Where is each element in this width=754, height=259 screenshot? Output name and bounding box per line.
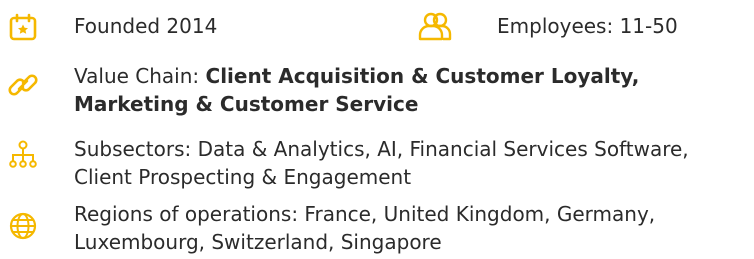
- subsectors-line1: Subsectors: Data & Analytics, AI, Financ…: [74, 137, 689, 161]
- people-icon: [418, 11, 452, 41]
- link-icon: [8, 70, 38, 100]
- value-chain-label: Value Chain:: [74, 64, 206, 88]
- founded-text: Founded 2014: [74, 14, 218, 38]
- value-chain-value-1: Client Acquisition & Customer Loyalty,: [205, 64, 640, 88]
- calendar-icon: [8, 12, 38, 42]
- employees-text: Employees: 11-50: [497, 14, 678, 38]
- value-chain-line1: Value Chain: Client Acquisition & Custom…: [74, 62, 639, 90]
- value-chain-value-2: Marketing & Customer Service: [74, 92, 419, 116]
- hierarchy-icon: [8, 140, 38, 170]
- subsectors-line2: Client Prospecting & Engagement: [74, 165, 412, 189]
- regions-line2: Luxembourg, Switzerland, Singapore: [74, 230, 442, 254]
- globe-icon: [8, 211, 38, 241]
- regions-line1: Regions of operations: France, United Ki…: [74, 202, 656, 226]
